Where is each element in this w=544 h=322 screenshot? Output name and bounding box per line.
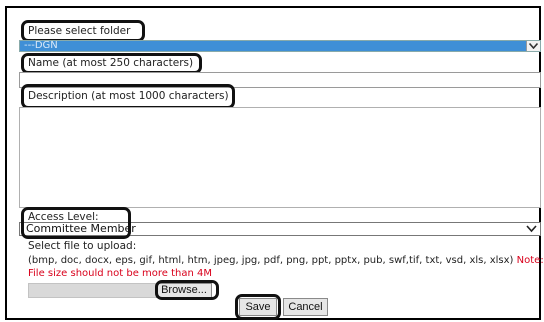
cancel-button[interactable]: Cancel	[283, 298, 328, 316]
note-label: Note:	[516, 255, 544, 266]
folder-selected-option: ---DGN	[24, 40, 58, 51]
allowed-file-types: (bmp, doc, docx, eps, gif, html, htm, jp…	[28, 254, 544, 267]
upload-label: Select file to upload:	[28, 240, 137, 252]
file-path-field[interactable]	[28, 283, 156, 298]
description-textarea[interactable]	[19, 107, 541, 208]
chevron-down-icon[interactable]	[526, 41, 540, 51]
file-size-warning: File size should not be more than 4M	[28, 268, 212, 279]
folder-select[interactable]: ---DGN	[19, 40, 541, 52]
access-level-highlight	[21, 207, 131, 239]
description-label-highlight	[21, 84, 235, 109]
file-types-text: (bmp, doc, docx, eps, gif, html, htm, jp…	[28, 255, 514, 266]
save-highlight	[235, 294, 281, 320]
browse-highlight	[155, 280, 219, 300]
name-label-highlight	[21, 53, 202, 74]
chevron-down-icon[interactable]	[526, 224, 537, 233]
